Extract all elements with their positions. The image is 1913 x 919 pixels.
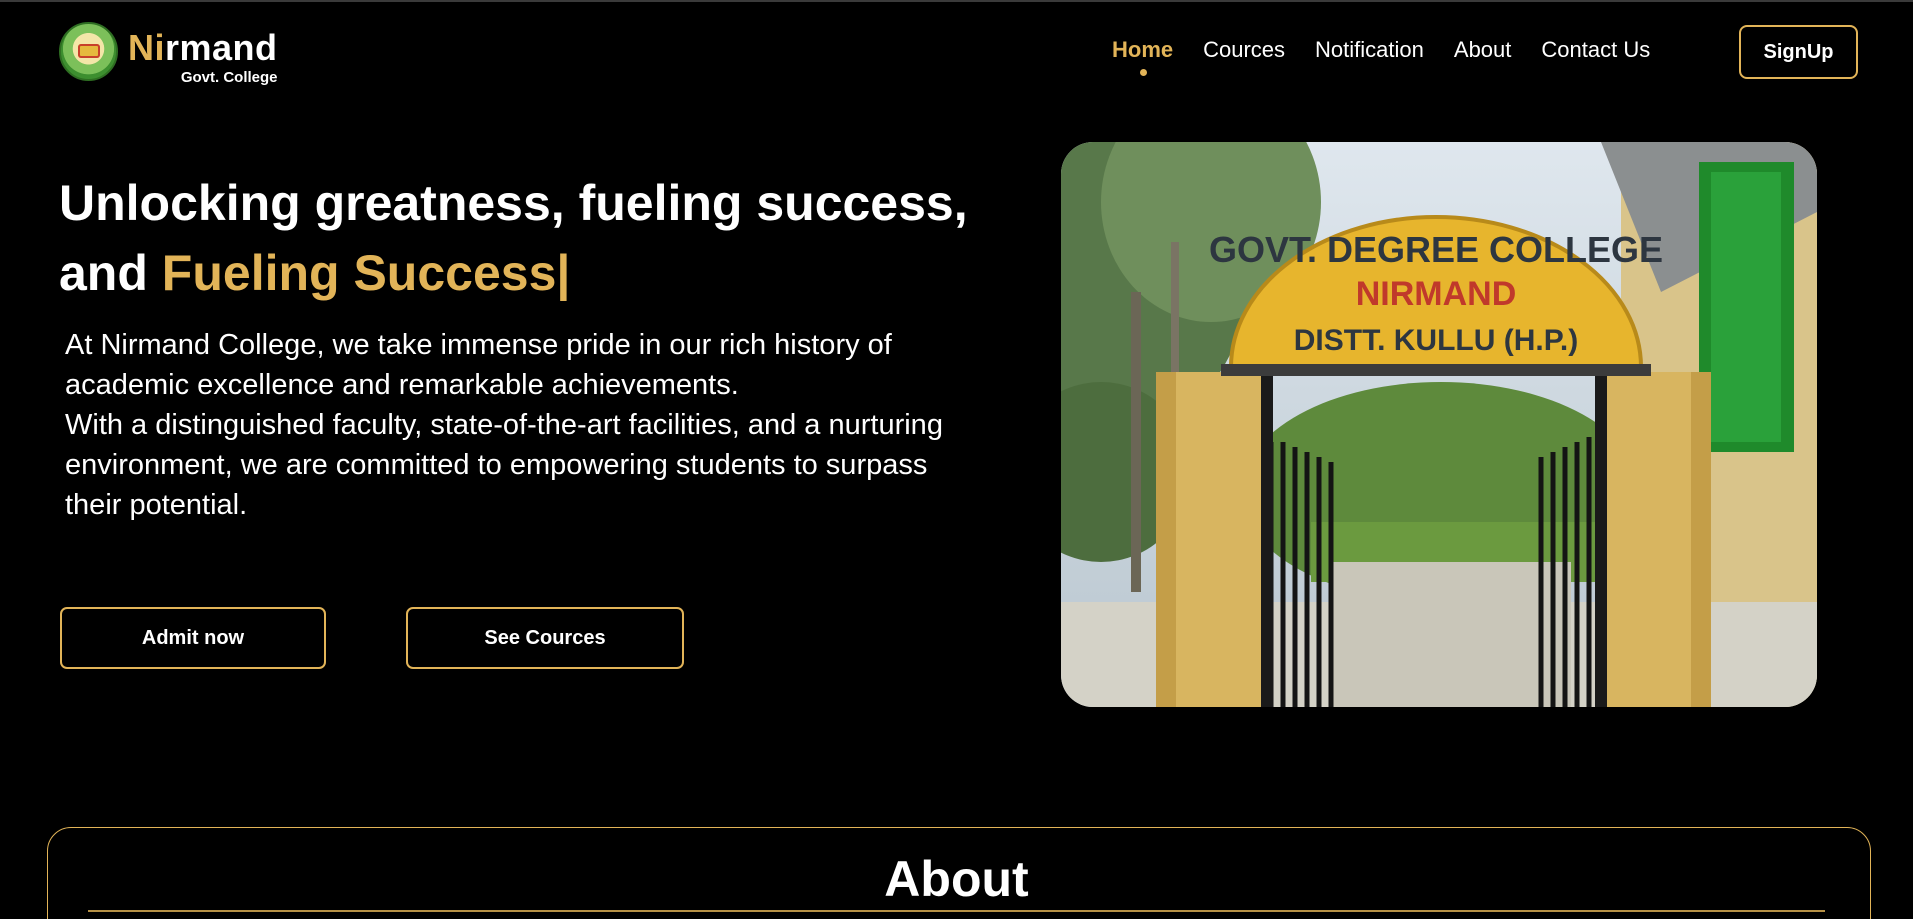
hero-title: Unlocking greatness, fueling success, an… bbox=[59, 168, 1019, 308]
nav-contact-us-label: Contact Us bbox=[1541, 37, 1651, 62]
nav-about-label: About bbox=[1453, 37, 1512, 62]
college-logo[interactable]: Nirmand Govt. College bbox=[59, 22, 278, 85]
active-indicator-dot bbox=[1139, 69, 1147, 76]
logo-name: Nirmand bbox=[128, 30, 278, 66]
signup-button[interactable]: SignUp bbox=[1739, 25, 1858, 79]
hero-paragraph-2: With a distinguished faculty, state-of-t… bbox=[65, 409, 943, 521]
nav-notification[interactable]: Notification bbox=[1315, 37, 1424, 63]
nav-notification-label: Notification bbox=[1315, 37, 1424, 62]
nav-about[interactable]: About bbox=[1454, 37, 1512, 63]
nav-cources-label: Cources bbox=[1203, 37, 1286, 62]
hero-description: At Nirmand College, we take immense prid… bbox=[65, 325, 965, 525]
logo-text: Nirmand Govt. College bbox=[128, 22, 278, 86]
logo-name-rest: rmand bbox=[165, 27, 278, 68]
about-heading: About bbox=[884, 851, 1029, 907]
main-nav: Home Cources Notification About Contact … bbox=[1112, 37, 1680, 76]
college-emblem-icon bbox=[59, 22, 118, 81]
about-divider bbox=[88, 910, 1825, 912]
nav-home-label: Home bbox=[1112, 37, 1174, 62]
top-border bbox=[0, 0, 1913, 2]
sign-line-3: DISTT. KULLU (H.P.) bbox=[1294, 324, 1578, 357]
hero-title-line1: Unlocking greatness, fueling success, bbox=[59, 175, 968, 231]
nav-contact-us[interactable]: Contact Us bbox=[1541, 37, 1650, 63]
hero-title-typing-text: Fueling Success| bbox=[161, 245, 571, 301]
sign-line-2: NIRMAND bbox=[1356, 275, 1517, 313]
see-cources-button[interactable]: See Cources bbox=[406, 607, 684, 669]
logo-subtitle: Govt. College bbox=[180, 69, 278, 86]
hero-title-line2-prefix: and bbox=[59, 245, 162, 301]
nav-cources[interactable]: Cources bbox=[1203, 37, 1285, 63]
college-gate-photo: GOVT. DEGREE COLLEGE NIRMAND DISTT. KULL… bbox=[1061, 142, 1817, 707]
sign-line-1: GOVT. DEGREE COLLEGE bbox=[1209, 229, 1663, 270]
hero-paragraph-1: At Nirmand College, we take immense prid… bbox=[65, 329, 892, 401]
admit-now-button[interactable]: Admit now bbox=[60, 607, 326, 669]
nav-home[interactable]: Home bbox=[1112, 37, 1174, 76]
logo-name-accent: Ni bbox=[128, 27, 165, 68]
